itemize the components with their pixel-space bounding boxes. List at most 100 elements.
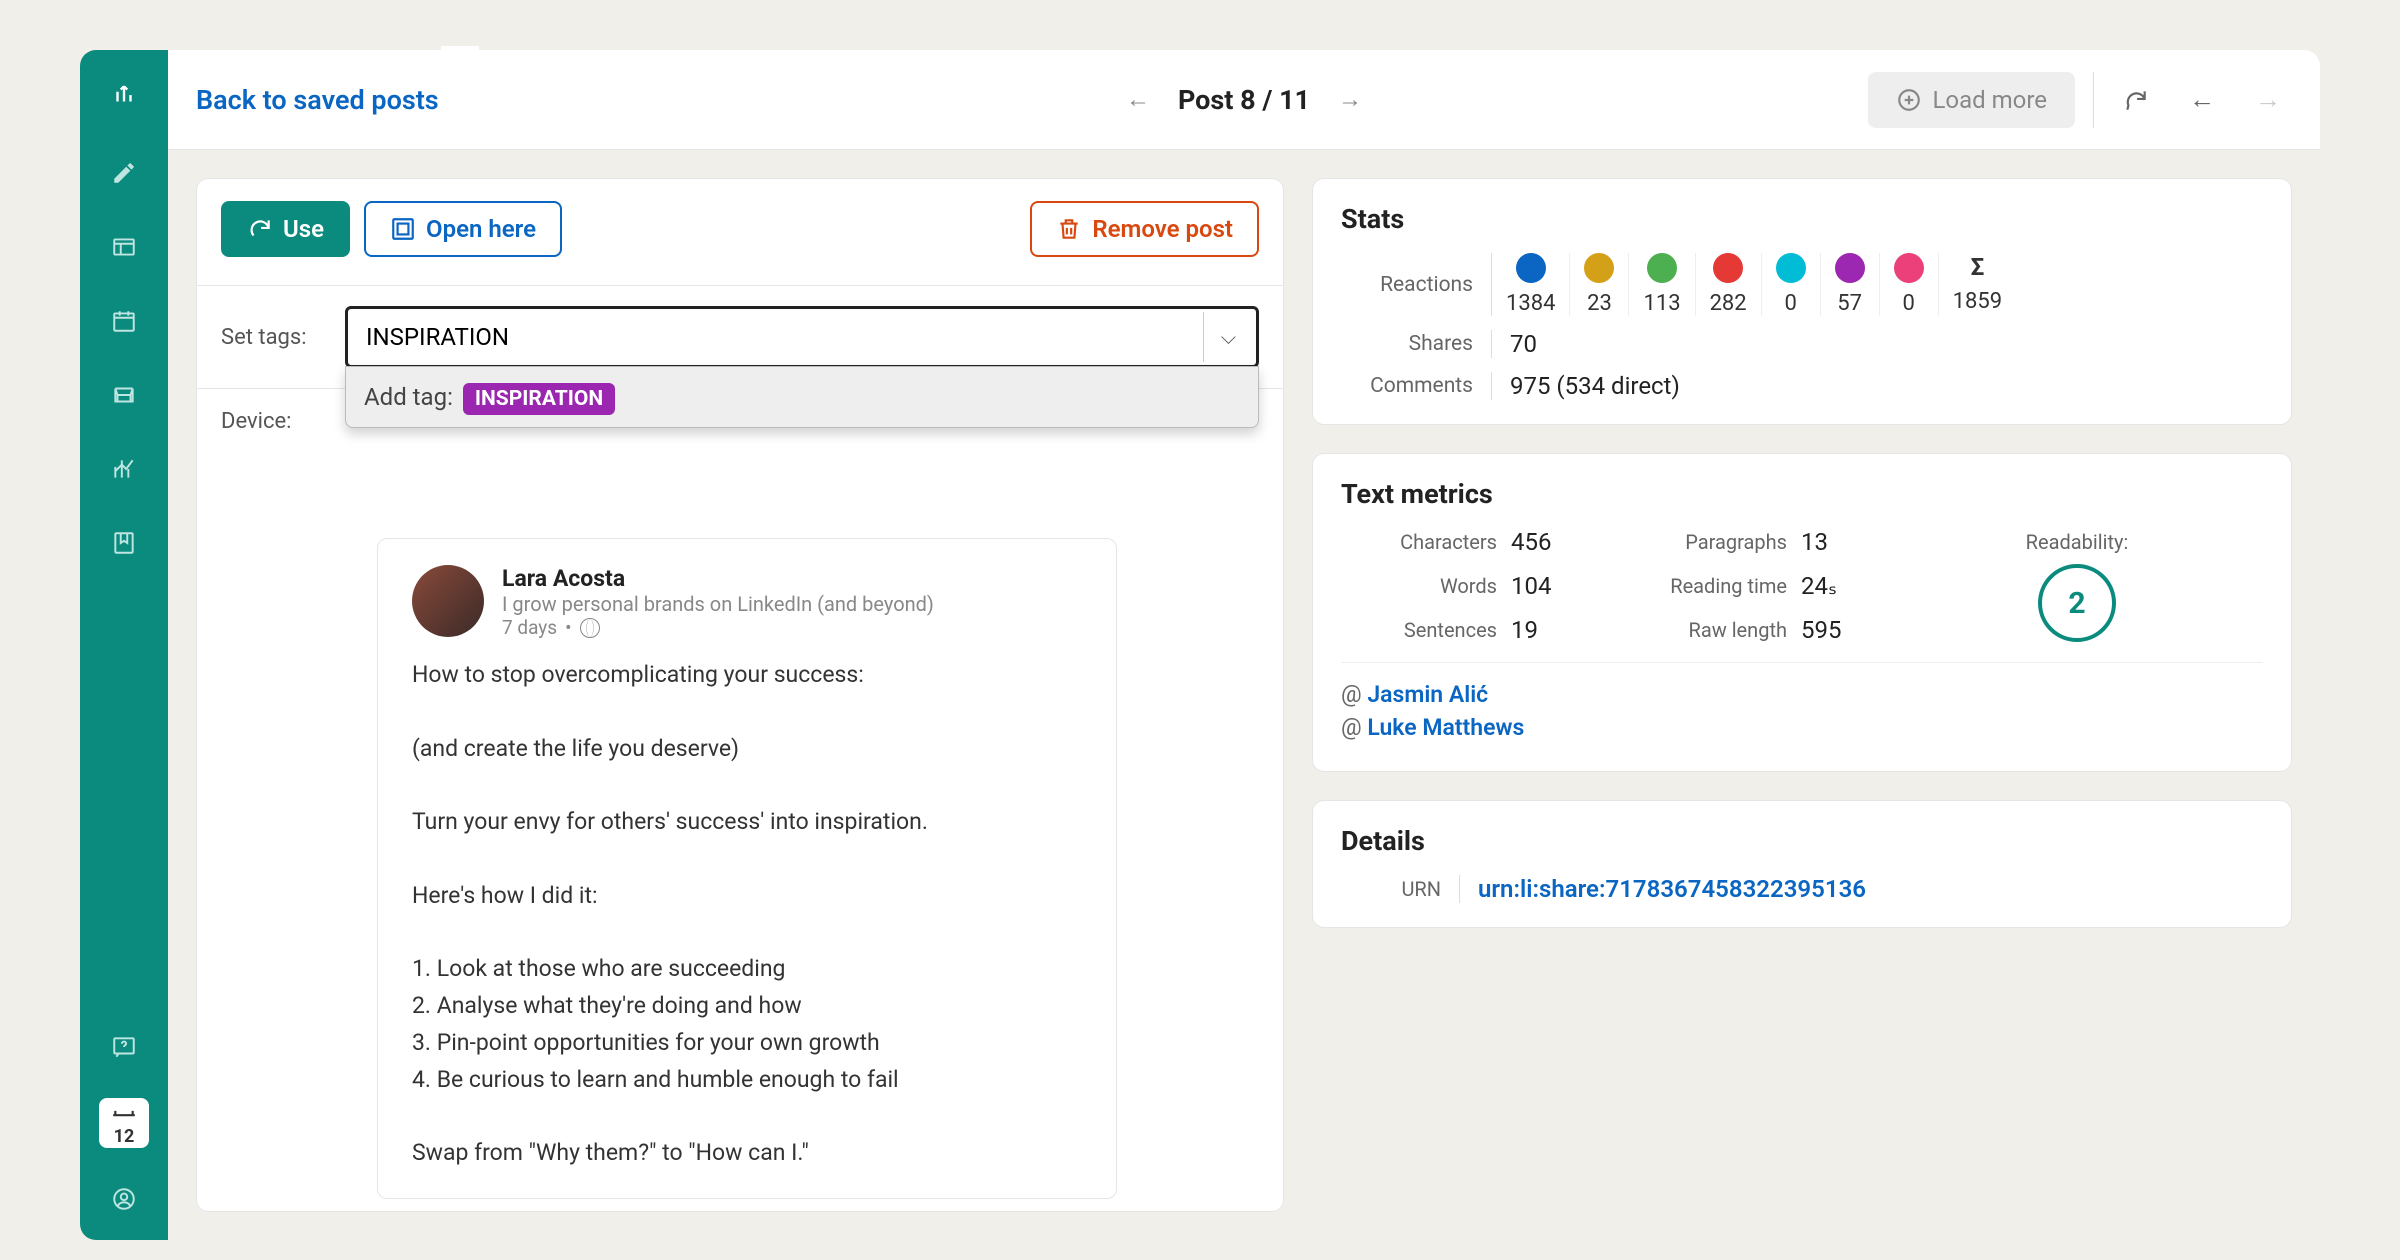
reaction-val: 282: [1710, 291, 1747, 316]
nav-forward-icon[interactable]: →: [2244, 76, 2292, 124]
urn-value[interactable]: urn:li:share:7178367458322395136: [1459, 875, 2263, 903]
metrics-title: Text metrics: [1341, 478, 2263, 510]
reaction-celebrate: 23: [1570, 253, 1629, 316]
like-icon: [1516, 253, 1546, 283]
shares-value: 70: [1491, 330, 2263, 358]
tags-input[interactable]: [345, 306, 1259, 368]
reactions-row: 1384 23 113 282 0 57 0 Σ 1859: [1491, 253, 2263, 316]
pager-next-icon[interactable]: →: [1338, 85, 1362, 114]
topbar: Back to saved posts ← Post 8 / 11 → Load…: [168, 50, 2320, 150]
reaction-total: Σ 1859: [1939, 253, 2016, 316]
post-body: How to stop overcomplicating your succes…: [412, 657, 1082, 1172]
words-val: 104: [1511, 572, 1601, 600]
details-card: Details URN urn:li:share:717836745832239…: [1312, 800, 2292, 928]
reading-val: 24ₛ: [1801, 572, 1891, 600]
template-icon[interactable]: [101, 224, 147, 270]
dropdown-prefix: Add tag:: [364, 383, 453, 411]
sigma-icon: Σ: [1971, 253, 1985, 281]
reaction-love: 282: [1696, 253, 1762, 316]
reaction-val: 1384: [1506, 291, 1555, 316]
mentions-list: @ Jasmin Alić@ Luke Matthews: [1341, 662, 2263, 741]
device-label: Device:: [221, 409, 331, 434]
content: Use Open here Remove post Set tags:: [168, 150, 2320, 1240]
remove-label: Remove post: [1092, 215, 1233, 243]
post-preview: Lara Acosta I grow personal brands on Li…: [377, 538, 1117, 1199]
calendar-badge[interactable]: 12: [99, 1098, 149, 1148]
reaction-like: 1384: [1492, 253, 1570, 316]
sent-label: Sentences: [1341, 618, 1511, 642]
chars-val: 456: [1511, 528, 1601, 556]
calendar-day: 12: [114, 1126, 135, 1147]
tags-dropdown[interactable]: Add tag: INSPIRATION: [345, 366, 1259, 428]
reaction-val: 0: [1784, 291, 1796, 316]
stats-title: Stats: [1341, 203, 2263, 235]
action-toolbar: Use Open here Remove post: [197, 179, 1283, 279]
post-pager: ← Post 8 / 11 →: [1126, 84, 1362, 116]
reaction-insightful: 0: [1762, 253, 1821, 316]
mention: @ Jasmin Alić: [1341, 681, 2263, 708]
left-panel: Use Open here Remove post Set tags:: [196, 178, 1284, 1212]
chars-label: Characters: [1341, 530, 1511, 554]
readability-score: 2: [2038, 564, 2116, 642]
reaction-funny: 57: [1821, 253, 1880, 316]
tag-pill: INSPIRATION: [463, 383, 615, 415]
metrics-card: Text metrics Characters 456 Paragraphs 1…: [1312, 453, 2292, 772]
chevron-down-icon[interactable]: ⌵: [1203, 312, 1253, 362]
stats-card: Stats Reactions 1384 23 113 282 0 57 0 Σ 1859 Sh…: [1312, 178, 2292, 425]
readability-label: Readability:: [2026, 530, 2129, 554]
edit-icon[interactable]: [101, 150, 147, 196]
reaction-val: 57: [1837, 291, 1862, 316]
back-link[interactable]: Back to saved posts: [196, 84, 439, 116]
inbox-icon[interactable]: [101, 372, 147, 418]
calendar-icon[interactable]: [101, 298, 147, 344]
tags-row: Set tags: ⌵ Add tag: INSPIRATION: [197, 292, 1283, 382]
raw-label: Raw length: [1601, 618, 1801, 642]
remove-post-button[interactable]: Remove post: [1030, 201, 1259, 257]
comments-value: 975 (534 direct): [1491, 372, 2263, 400]
pager-prev-icon[interactable]: ←: [1126, 85, 1150, 114]
load-more-button[interactable]: Load more: [1868, 72, 2075, 128]
main-area: Back to saved posts ← Post 8 / 11 → Load…: [168, 50, 2320, 1240]
help-icon[interactable]: [101, 1024, 147, 1070]
open-here-button[interactable]: Open here: [364, 201, 562, 257]
globe-icon: [580, 618, 600, 638]
insightful-icon: [1776, 253, 1806, 283]
tags-label: Set tags:: [221, 325, 331, 350]
post-age: 7 days: [502, 616, 557, 639]
funny-icon: [1835, 253, 1865, 283]
load-more-label: Load more: [1932, 86, 2047, 114]
details-title: Details: [1341, 825, 2263, 857]
sent-val: 19: [1511, 616, 1601, 644]
reaction-support: 113: [1629, 253, 1695, 316]
urn-label: URN: [1341, 877, 1441, 901]
love-icon: [1713, 253, 1743, 283]
analytics-icon[interactable]: [101, 446, 147, 492]
words-label: Words: [1341, 574, 1511, 598]
comments-label: Comments: [1341, 374, 1491, 398]
reaction-val: 113: [1643, 291, 1680, 316]
celebrate-icon: [1584, 253, 1614, 283]
mention-link[interactable]: Jasmin Alić: [1367, 681, 1488, 708]
app-root: 12 Back to saved posts ← Post 8 / 11 → L…: [80, 50, 2320, 1240]
total-val: 1859: [1953, 289, 2002, 314]
pager-label: Post 8 / 11: [1178, 84, 1310, 116]
use-label: Use: [283, 215, 324, 243]
shares-label: Shares: [1341, 332, 1491, 356]
nav-back-icon[interactable]: ←: [2178, 76, 2226, 124]
reaction-val: 23: [1587, 291, 1612, 316]
reaction-curious: 0: [1880, 253, 1939, 316]
profile-icon[interactable]: [101, 1176, 147, 1222]
bookmark-icon[interactable]: [101, 520, 147, 566]
reaction-val: 0: [1902, 291, 1914, 316]
para-label: Paragraphs: [1601, 530, 1801, 554]
author-name: Lara Acosta: [502, 565, 934, 592]
mention-link[interactable]: Luke Matthews: [1367, 714, 1524, 741]
divider: [2093, 72, 2094, 128]
reactions-label: Reactions: [1341, 273, 1491, 297]
use-button[interactable]: Use: [221, 201, 350, 257]
reading-label: Reading time: [1601, 574, 1801, 598]
refresh-icon[interactable]: [2112, 76, 2160, 124]
open-label: Open here: [426, 215, 536, 243]
right-panel: Stats Reactions 1384 23 113 282 0 57 0 Σ 1859 Sh…: [1312, 178, 2292, 1212]
support-icon: [1647, 253, 1677, 283]
